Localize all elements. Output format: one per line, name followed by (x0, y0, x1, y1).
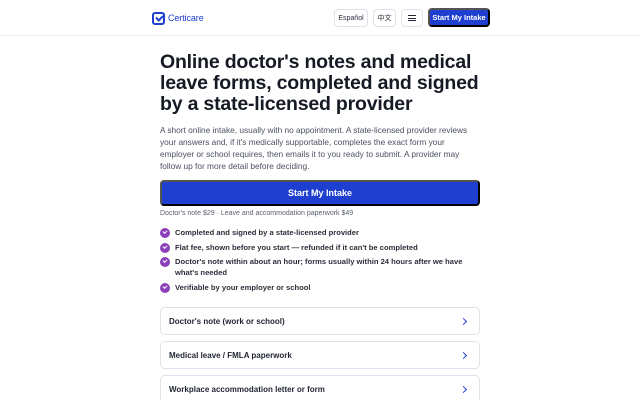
menu-button[interactable] (401, 9, 423, 27)
option-label: Medical leave / FMLA paperwork (169, 350, 292, 360)
option-doctors-note[interactable]: Doctor's note (work or school) (160, 307, 480, 335)
language-chinese-button[interactable]: 中文 (373, 9, 396, 27)
check-circle-icon (160, 228, 170, 238)
feature-item: Doctor's note within about an hour; form… (160, 256, 480, 278)
option-label: Workplace accommodation letter or form (169, 384, 325, 394)
feature-text: Doctor's note within about an hour; form… (175, 257, 463, 277)
chevron-right-icon (459, 351, 468, 359)
check-circle-icon (160, 257, 170, 267)
hero-description: A short online intake, usually with no a… (160, 125, 468, 171)
feature-list: Completed and signed by a state-licensed… (160, 227, 480, 296)
option-medical-leave[interactable]: Medical leave / FMLA paperwork (160, 341, 480, 369)
price-summary: Doctor's note $29 · Leave and accommodat… (160, 210, 354, 217)
start-intake-button[interactable]: Start My Intake (160, 180, 480, 206)
top-navigation-bar: Certicare Español 中文 Start My Intake (0, 0, 640, 36)
feature-text: Flat fee, shown before you start — refun… (175, 242, 418, 252)
feature-item: Flat fee, shown before you start — refun… (160, 242, 480, 253)
hamburger-icon (408, 15, 416, 21)
feature-text: Completed and signed by a state-licensed… (175, 228, 359, 237)
feature-item: Completed and signed by a state-licensed… (160, 227, 480, 238)
certificate-check-icon (152, 11, 165, 25)
option-accommodation-letter[interactable]: Workplace accommodation letter or form (160, 375, 480, 400)
check-circle-icon (160, 242, 170, 253)
brand-logo[interactable]: Certicare (152, 11, 204, 25)
feature-item: Verifiable by your employer or school (160, 282, 480, 293)
header-start-intake-button[interactable]: Start My Intake (428, 8, 490, 27)
check-circle-icon (160, 282, 170, 293)
feature-text: Verifiable by your employer or school (175, 282, 311, 292)
chevron-right-icon (459, 317, 468, 325)
option-label: Doctor's note (work or school) (169, 316, 285, 326)
language-spanish-button[interactable]: Español (334, 9, 368, 27)
brand-name: Certicare (168, 13, 204, 23)
chevron-right-icon (459, 385, 468, 393)
page-title: Online doctor's notes and medical leave … (160, 51, 479, 115)
